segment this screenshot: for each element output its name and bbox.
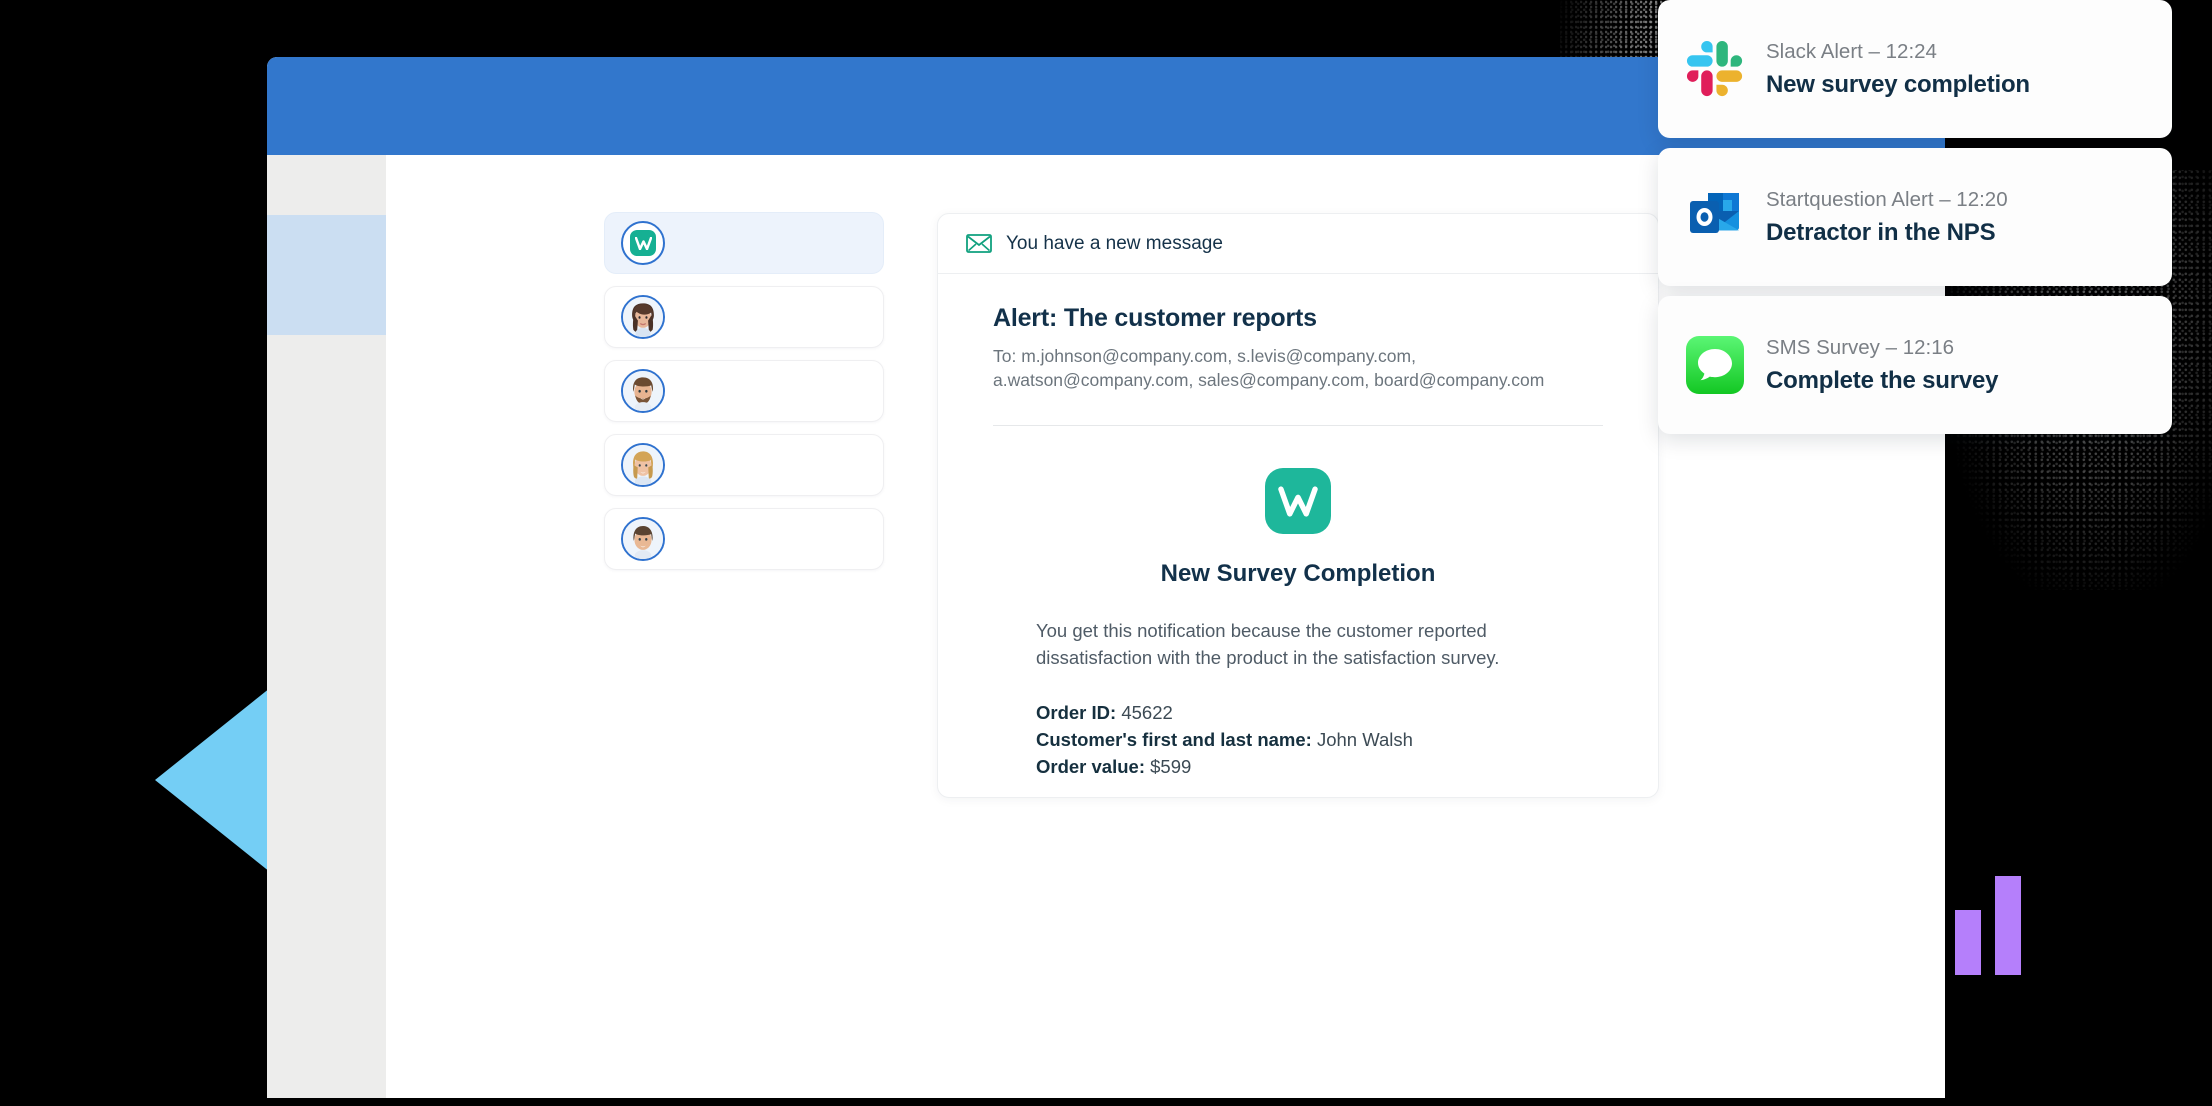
email-content-block: New Survey Completion You get this notif… (938, 426, 1658, 780)
avatar-man-beard (621, 369, 665, 413)
conversation-list (604, 212, 884, 570)
notification-meta: Slack Alert – 12:24 (1766, 39, 1937, 63)
bar-3 (1995, 876, 2021, 975)
list-item[interactable] (604, 508, 884, 570)
email-content-title: New Survey Completion (1160, 560, 1436, 588)
order-detail-line: Customer's first and last name: John Wal… (1036, 727, 1560, 754)
notification-stack: Slack Alert – 12:24 New survey completio… (1658, 0, 2172, 444)
order-detail-line: Order value: $599 (1036, 754, 1560, 781)
avatar-woman-blonde (621, 443, 665, 487)
navigation-rail-active-indicator (267, 215, 386, 335)
email-card-header: You have a new message (938, 214, 1658, 274)
email-meta-block: Alert: The customer reports To: m.johnso… (938, 274, 1658, 427)
notification-meta: Startquestion Alert – 12:20 (1766, 187, 2008, 211)
notification-toast-slack[interactable]: Slack Alert – 12:24 New survey completio… (1658, 0, 2172, 138)
order-detail-value: $599 (1145, 755, 1192, 777)
envelope-icon (966, 234, 992, 253)
avatar-woman-brunette (621, 295, 665, 339)
email-recipients: To: m.johnson@company.com, s.levis@compa… (993, 346, 1545, 390)
outlook-icon (1686, 188, 1744, 246)
list-item[interactable] (604, 286, 884, 348)
email-header-label: You have a new message (1006, 232, 1223, 254)
notification-title: Detractor in the NPS (1766, 218, 1996, 246)
list-item[interactable] (604, 434, 884, 496)
order-detail-line: Order ID: 45622 (1036, 700, 1560, 727)
order-detail-label: Customer's first and last name: (1036, 728, 1312, 750)
notification-title: Complete the survey (1766, 366, 1999, 394)
list-item[interactable] (604, 360, 884, 422)
notification-toast-sms[interactable]: SMS Survey – 12:16 Complete the survey (1658, 296, 2172, 434)
order-detail-label: Order value: (1036, 755, 1145, 777)
list-item[interactable] (604, 212, 884, 274)
email-subject: Alert: The customer reports (993, 304, 1317, 332)
bar-2 (1955, 910, 1981, 975)
avatar-man-short-hair (621, 517, 665, 561)
notification-title: New survey completion (1766, 70, 2030, 98)
startquestion-logo-icon (621, 221, 665, 265)
email-order-details: Order ID: 45622 Customer's first and last… (1036, 700, 1560, 780)
notification-meta: SMS Survey – 12:16 (1766, 335, 1955, 359)
notification-toast-outlook[interactable]: Startquestion Alert – 12:20 Detractor in… (1658, 148, 2172, 286)
startquestion-logo-icon (1265, 468, 1331, 535)
order-detail-value: John Walsh (1311, 728, 1413, 750)
email-preview-card: You have a new message Alert: The custom… (937, 213, 1659, 798)
email-content-paragraph: You get this notification because the cu… (1036, 620, 1500, 669)
slack-icon (1686, 40, 1744, 98)
navigation-rail[interactable] (267, 155, 386, 1098)
order-detail-value: 45622 (1116, 701, 1173, 723)
order-detail-label: Order ID: (1036, 701, 1117, 723)
messages-icon (1686, 336, 1744, 394)
